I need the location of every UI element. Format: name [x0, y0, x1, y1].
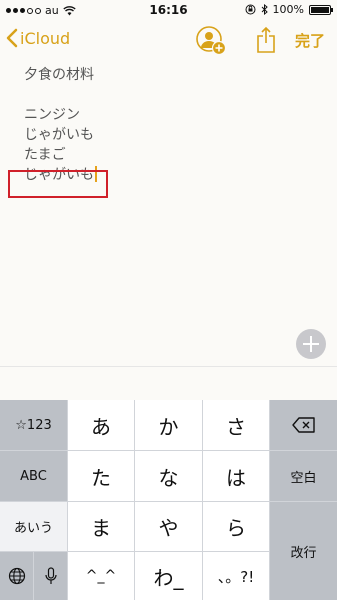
key-na[interactable]: な — [135, 451, 202, 501]
battery-icon — [309, 4, 333, 15]
add-people-icon[interactable] — [194, 24, 228, 58]
key-delete[interactable] — [270, 400, 337, 450]
key-kana[interactable]: あいう — [0, 502, 67, 551]
suggestion-bar — [0, 366, 337, 401]
key-wa[interactable]: わ_ — [135, 552, 202, 600]
highlight-box — [8, 170, 108, 198]
key-punctuation[interactable]: 、。?! — [203, 552, 269, 600]
status-bar: au 16:16 100% — [0, 0, 337, 20]
bluetooth-icon — [261, 4, 268, 15]
globe-icon — [8, 567, 25, 585]
status-right: 100% — [245, 3, 333, 16]
done-button[interactable]: 完了 — [295, 30, 325, 51]
key-enter[interactable]: 改行 — [270, 502, 337, 600]
key-symbols[interactable]: ☆123 — [0, 400, 67, 450]
back-label: iCloud — [20, 28, 71, 48]
back-button[interactable]: iCloud — [6, 28, 70, 48]
key-space[interactable]: 空白 — [270, 451, 337, 501]
keyboard: ☆123 あ か さ ABC た な は 空白 あいう ま や ら 改行 ^_^… — [0, 400, 337, 600]
key-ra[interactable]: ら — [203, 502, 269, 551]
key-ma[interactable]: ま — [68, 502, 134, 551]
note-line: たまご — [24, 147, 66, 163]
microphone-icon — [44, 567, 57, 584]
delete-icon — [291, 417, 315, 433]
add-plus-button[interactable] — [296, 329, 326, 359]
chevron-left-icon — [6, 28, 18, 48]
key-abc[interactable]: ABC — [0, 451, 67, 501]
note-line: ニンジン — [24, 107, 80, 123]
note-line: じゃがいも — [24, 127, 94, 143]
key-sa[interactable]: さ — [203, 400, 269, 450]
key-globe[interactable] — [0, 552, 33, 600]
note-blank-line — [24, 85, 97, 105]
share-icon[interactable] — [256, 26, 276, 54]
key-dictation[interactable] — [34, 552, 67, 600]
key-ha[interactable]: は — [203, 451, 269, 501]
key-ya[interactable]: や — [135, 502, 202, 551]
key-ka[interactable]: か — [135, 400, 202, 450]
note-body[interactable]: 夕食の材料 ニンジン じゃがいも たまご じゃがいも — [24, 65, 97, 185]
note-title: 夕食の材料 — [24, 67, 94, 83]
orientation-lock-icon — [245, 4, 256, 15]
nav-bar: iCloud 完了 — [0, 20, 337, 64]
battery-percent: 100% — [272, 3, 304, 16]
key-a[interactable]: あ — [68, 400, 134, 450]
key-ta[interactable]: た — [68, 451, 134, 501]
key-emoticon[interactable]: ^_^ — [68, 552, 134, 600]
